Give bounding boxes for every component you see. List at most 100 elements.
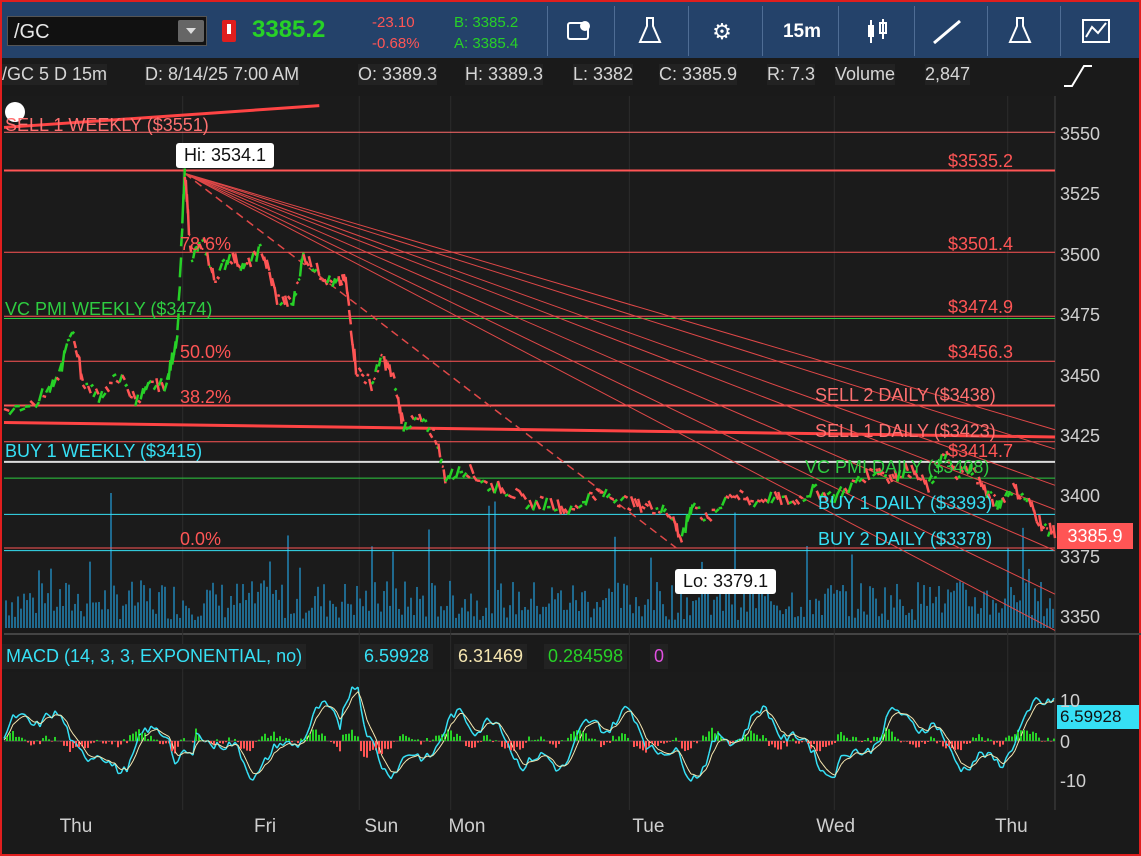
price-segment [540,497,544,498]
price-segment [340,280,342,285]
price-segment [72,332,74,334]
price-segment [67,340,70,341]
time-tick-label: Mon [448,816,485,838]
macd-tick-neg10: -10 [1060,771,1086,792]
price-segment [682,527,684,536]
price-segment [918,478,922,480]
level-3474-label: $3474.9 [948,297,1013,318]
time-tick-label: Thu [60,816,93,838]
price-segment [508,495,512,497]
price-segment [438,444,440,458]
price-tick-label: 3450 [1060,366,1100,387]
price-segment [1023,498,1026,499]
macd-diff: 0.284598 [544,644,627,669]
price-segment [642,507,646,509]
price-segment [750,501,754,502]
price-segment [212,268,214,280]
price-segment [351,331,353,345]
macd-tick-0: 0 [1060,732,1070,753]
price-segment [1044,524,1046,526]
price-segment [364,382,367,384]
macd-line-segment [988,752,991,753]
macd-avg-segment [787,735,790,736]
price-segment [43,396,47,397]
price-segment [703,520,706,521]
macd-line-segment [22,714,25,715]
macd-line-segment [901,714,904,715]
price-segment [617,506,621,507]
price-segment [484,481,488,483]
vc-pmi-weekly-label: VC PMI WEEKLY ($3474) [5,299,212,320]
price-segment [361,374,364,376]
price-segment [442,466,444,467]
low-label: Lo: 3379.1 [675,569,776,594]
price-segment [678,534,680,537]
price-segment [172,354,174,365]
fib-382-label: 38.2% [180,387,231,408]
macd-avg-segment [937,727,940,728]
macd-avg-segment [733,742,736,743]
price-segment [295,293,297,296]
price-segment [379,358,381,367]
macd-line-segment [769,718,772,719]
high-label: Hi: 3534.1 [176,143,274,168]
macd-extra: 0 [650,644,668,669]
price-segment [652,513,656,514]
macd-line-segment [406,755,409,756]
price-segment [726,496,730,498]
price-segment [330,280,333,282]
macd-avg-segment [670,753,673,754]
price-segment [1010,494,1013,495]
sell2-daily-label: SELL 2 DAILY ($3438) [815,385,996,406]
price-segment [381,355,383,356]
macd-line-segment [799,739,802,740]
price-tick-label: 3425 [1060,426,1100,447]
macd-avg-segment [532,761,535,762]
price-segment [992,499,994,507]
price-segment [440,459,442,463]
price-segment [1048,532,1050,537]
price-tick-label: 3550 [1060,124,1100,145]
macd-line-segment [895,710,898,711]
macd-avg-segment [328,706,331,707]
price-segment [1050,523,1052,535]
price-segment [733,496,737,497]
price-segment [610,498,614,500]
price-tick-label: 3525 [1060,184,1100,205]
price-tick-label: 3500 [1060,245,1100,266]
price-tick-label: 3350 [1060,607,1100,628]
price-segment [125,384,128,386]
price-segment [1021,493,1024,495]
price-segment [176,335,178,348]
price-segment [354,349,356,375]
price-segment [347,292,349,306]
price-segment [372,381,374,384]
macd-line-segment [763,706,766,707]
price-segment [994,495,996,497]
level-3501-label: $3501.4 [948,234,1013,255]
price-segment [138,400,141,402]
macd-tick-10: 10 [1060,691,1080,712]
price-segment [424,420,427,421]
price-segment [589,493,593,494]
price-segment [356,375,359,376]
sell1-daily-label: SELL 1 DAILY ($3423) [815,421,996,442]
time-tick-label: Thu [995,816,1028,838]
price-segment [685,515,687,533]
time-tick-label: Tue [632,816,664,838]
price-segment [130,397,133,398]
price-segment [375,364,377,372]
price-segment [180,257,181,277]
price-segment [74,341,76,348]
price-segment [554,509,558,510]
macd-avg: 6.31469 [454,644,527,669]
buy2-daily-label: BUY 2 DAILY ($3378) [818,529,992,550]
price-segment [81,374,83,381]
price-segment [259,245,262,246]
price-segment [942,454,945,455]
price-segment [680,537,682,542]
price-segment [217,277,220,279]
buy1-weekly-label: BUY 1 WEEKLY ($3415) [5,441,202,462]
price-segment [91,385,94,387]
level-3535-label: $3535.2 [948,151,1013,172]
